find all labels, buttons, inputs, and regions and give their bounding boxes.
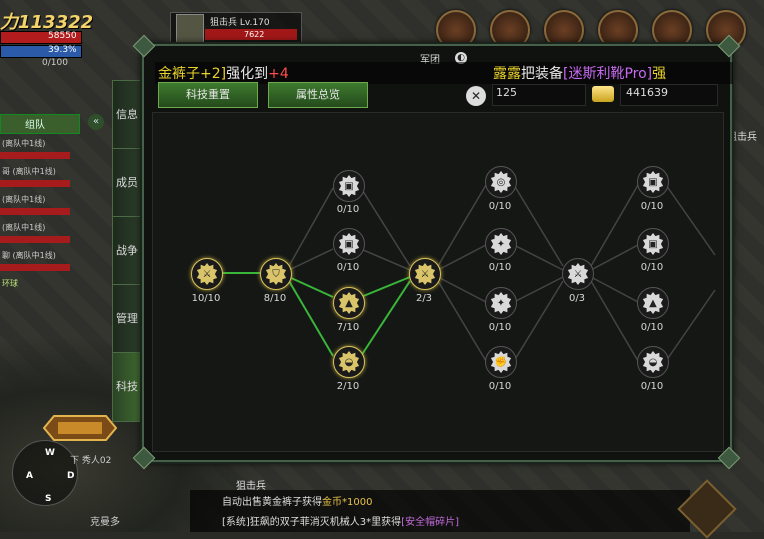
tech-node-level: 0/10 xyxy=(336,262,360,273)
sword-icon: ✦ xyxy=(490,292,512,314)
tech-node-level: 2/3 xyxy=(415,293,433,304)
tech-node-level: 0/10 xyxy=(640,381,664,392)
helmet-icon: ◒ xyxy=(642,351,664,373)
tech-node-sword-icon[interactable]: ✦ xyxy=(485,228,517,260)
link xyxy=(665,184,716,256)
tech-node-fist-icon[interactable]: ✊ xyxy=(485,346,517,378)
tech-node-helmet-icon[interactable]: ◒ xyxy=(637,346,669,378)
shield-icon: ⛉ xyxy=(265,263,287,285)
target-icon: ◎ xyxy=(490,171,512,193)
tech-node-level: 0/3 xyxy=(568,293,586,304)
tech-node-armor-icon[interactable]: ▣ xyxy=(637,166,669,198)
tech-node-level: 0/10 xyxy=(488,322,512,333)
link xyxy=(437,184,487,267)
tech-node-shield-icon[interactable]: ⛉ xyxy=(260,258,292,290)
tech-node-level: 0/10 xyxy=(640,322,664,333)
sword-icon: ✦ xyxy=(490,233,512,255)
tech-node-level: 0/10 xyxy=(488,262,512,273)
tech-node-level: 10/10 xyxy=(191,293,221,304)
tech-node-armor-icon[interactable]: ▣ xyxy=(333,228,365,260)
tech-node-helmet-icon[interactable]: ◒ xyxy=(333,346,365,378)
armor-icon: ▣ xyxy=(642,171,664,193)
boot-icon: ▲ xyxy=(338,292,360,314)
armor-icon: ▣ xyxy=(642,233,664,255)
fist-icon: ✊ xyxy=(490,351,512,373)
tech-node-swords-icon[interactable]: ⚔ xyxy=(409,258,441,290)
helmet-icon: ◒ xyxy=(338,351,360,373)
tech-node-armor-icon[interactable]: ▣ xyxy=(333,170,365,202)
link xyxy=(360,187,411,267)
tech-node-level: 0/10 xyxy=(336,204,360,215)
tech-node-level: 0/10 xyxy=(640,262,664,273)
tech-node-level: 0/10 xyxy=(488,201,512,212)
tech-node-level: 8/10 xyxy=(263,293,287,304)
tech-node-level: 2/10 xyxy=(336,381,360,392)
tech-node-boot-icon[interactable]: ▲ xyxy=(637,287,669,319)
tech-node-swords-icon[interactable]: ⚔ xyxy=(191,258,223,290)
swords-icon: ⚔ xyxy=(196,263,218,285)
tech-node-armor-icon[interactable]: ▣ xyxy=(637,228,669,260)
tech-node-target-icon[interactable]: ◎ xyxy=(485,166,517,198)
swords-icon: ⚔ xyxy=(414,263,436,285)
tech-node-boot-icon[interactable]: ▲ xyxy=(333,287,365,319)
swords-icon: ⚔ xyxy=(567,263,589,285)
link xyxy=(590,184,639,267)
tech-node-swords-icon[interactable]: ⚔ xyxy=(562,258,594,290)
link xyxy=(288,187,334,267)
tech-node-level: 0/10 xyxy=(488,381,512,392)
link xyxy=(513,184,564,267)
tech-node-level: 0/10 xyxy=(640,201,664,212)
armor-icon: ▣ xyxy=(338,175,360,197)
boot-icon: ▲ xyxy=(642,292,664,314)
tech-node-sword-icon[interactable]: ✦ xyxy=(485,287,517,319)
armor-icon: ▣ xyxy=(338,233,360,255)
tech-node-level: 7/10 xyxy=(336,322,360,333)
